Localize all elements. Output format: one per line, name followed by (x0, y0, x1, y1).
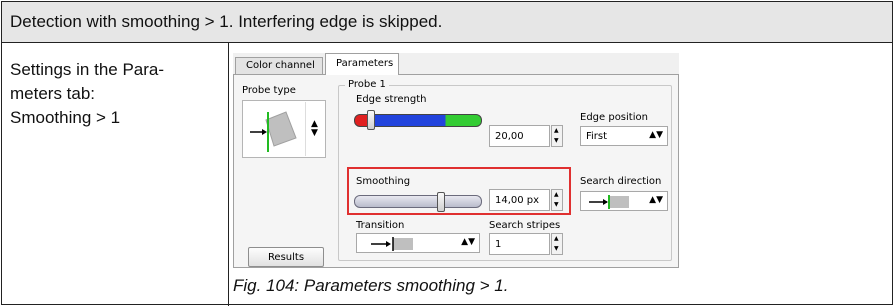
settings-description: Settings in the Para- meters tab: Smooth… (10, 58, 220, 130)
search-direction-label: Search direction (580, 176, 662, 187)
probe-type-updown-icon[interactable]: ▲ ▼ (311, 120, 318, 138)
search-direction-select[interactable]: ▲▼ (580, 191, 668, 211)
search-stripes-spin[interactable]: ▲ ▼ (551, 233, 563, 255)
transition-select[interactable]: ▲▼ (356, 233, 480, 253)
settings-line-2: meters tab: (10, 84, 96, 103)
edge-strength-slider-thumb[interactable] (367, 110, 375, 130)
probe-type-icon (250, 111, 297, 152)
settings-line-1: Settings in the Para- (10, 60, 165, 79)
edge-strength-spin[interactable]: ▲ ▼ (551, 125, 563, 147)
header-text: Detection with smoothing > 1. Interferin… (10, 12, 443, 31)
column-divider (228, 43, 229, 306)
probe-type-label: Probe type (242, 85, 296, 96)
parameters-dialog-screenshot: Color channel Parameters Probe type ▲ ▼ P… (233, 53, 679, 268)
search-stripes-input[interactable]: 1 (489, 233, 550, 255)
transition-label: Transition (356, 220, 405, 231)
smoothing-highlight-box (347, 167, 571, 215)
probe-type-preview (244, 102, 306, 156)
tab-parameters[interactable]: Parameters (325, 53, 399, 75)
chevron-updown-icon: ▲▼ (649, 130, 663, 140)
chevron-updown-icon: ▲▼ (649, 195, 663, 205)
edge-position-label: Edge position (580, 112, 648, 123)
table-header-row: Detection with smoothing > 1. Interferin… (2, 2, 892, 43)
results-button[interactable]: Results (248, 247, 324, 267)
edge-position-select[interactable]: First ▲▼ (580, 126, 668, 146)
edge-position-value: First (586, 131, 608, 142)
edge-strength-input[interactable]: 20,00 (489, 125, 550, 147)
search-stripes-label: Search stripes (489, 220, 561, 231)
settings-line-3: Smoothing > 1 (10, 108, 121, 127)
chevron-updown-icon: ▲▼ (461, 237, 475, 247)
edge-strength-label: Edge strength (356, 94, 427, 105)
figure-caption: Fig. 104: Parameters smoothing > 1. (233, 276, 509, 295)
transition-icon (371, 237, 413, 251)
parameters-tab-page: Probe type ▲ ▼ Probe 1 Edge strength 20,0… (233, 74, 679, 268)
probe-type-selector[interactable]: ▲ ▼ (242, 100, 326, 158)
search-direction-icon (589, 195, 629, 209)
tab-color-channel[interactable]: Color channel (235, 57, 323, 74)
probe-1-group-title: Probe 1 (345, 79, 389, 90)
